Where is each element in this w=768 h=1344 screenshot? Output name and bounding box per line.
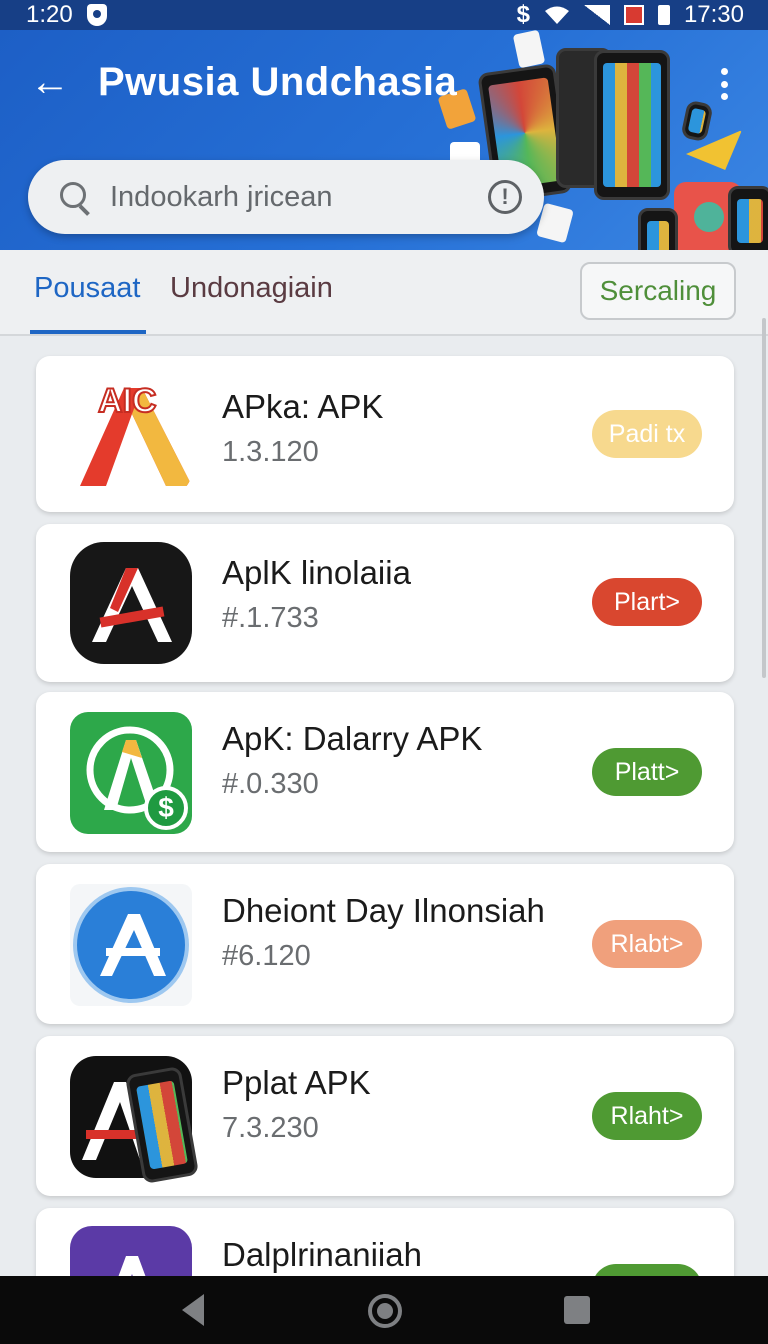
action-button[interactable]: Padi tx [592,410,702,458]
aic-app-icon: AIC [70,374,192,496]
tab-secondary[interactable]: Undonagiain [170,272,333,305]
scrollbar[interactable] [762,318,766,678]
status-bar: 1:20 $ 17:30 [0,0,768,30]
search-icon [58,180,92,214]
aic-icon-text: AIC [97,381,158,421]
list-item[interactable]: AplK linolaiia #.1.733 Plart> [36,524,734,682]
app-name: Dalplrinaniiah [222,1236,422,1273]
battery-icon [657,5,670,25]
currency-icon: $ [516,1,530,28]
list-item[interactable]: Pplat APK 7.3.230 Rlaht> [36,1036,734,1196]
list-item[interactable]: Dheiont Day Ilnonsiah #6.120 Rlabt> [36,864,734,1024]
app-name: ApK: Dalarry APK [222,720,483,757]
dark-a-app-icon [70,542,192,664]
purple-a-app-icon [70,1226,192,1276]
signal-icon [583,5,610,25]
alert-icon [623,5,644,25]
search-input[interactable]: Indookarh jricean [110,181,488,214]
nav-recents-icon[interactable] [564,1296,590,1324]
page-title: Pwusia Undchasia [98,60,458,104]
app-version: #.1.733 [222,602,319,634]
app-version: 1.3.120 [222,436,319,468]
app-list: AIC APka: APK 1.3.120 Padi tx AplK linol… [0,336,768,1276]
dollar-badge-icon: $ [144,786,188,830]
app-version: 7.3.230 [222,1112,319,1144]
tab-active[interactable]: Pousaat [34,272,140,305]
sort-button[interactable]: Sercaling [580,262,736,320]
system-nav-bar [0,1276,768,1344]
nav-home-icon[interactable] [368,1294,402,1328]
app-version: #6.120 [222,940,311,972]
blue-a-app-icon [70,884,192,1006]
more-options-icon[interactable] [712,64,736,104]
tab-indicator [30,330,146,334]
app-name: Pplat APK [222,1064,371,1101]
action-button[interactable]: Rlabt> [592,920,702,968]
action-button[interactable]: Platt> [592,748,702,796]
app-bar: ← Pwusia Undchasia Indookarh jricean ! [0,30,768,250]
app-name: Dheiont Day Ilnonsiah [222,892,545,929]
list-item[interactable]: $ ApK: Dalarry APK #.0.330 Platt> [36,692,734,852]
search-bar[interactable]: Indookarh jricean ! [28,160,544,234]
green-dollar-app-icon: $ [70,712,192,834]
app-name: APka: APK [222,388,384,425]
info-icon[interactable]: ! [488,180,522,214]
nav-back-icon[interactable] [182,1294,204,1326]
phone-a-app-icon [70,1056,200,1185]
action-button[interactable] [592,1264,702,1276]
status-time-left: 1:20 [26,1,73,28]
action-button[interactable]: Rlaht> [592,1092,702,1140]
list-item[interactable]: AIC APka: APK 1.3.120 Padi tx [36,356,734,512]
status-time-right: 17:30 [683,1,744,28]
back-arrow-icon[interactable]: ← [30,62,70,104]
tab-bar: Pousaat Undonagiain Sercaling [0,250,768,336]
action-button[interactable]: Plart> [592,578,702,626]
wifi-icon [544,6,569,24]
list-item[interactable]: Dalplrinaniiah [36,1208,734,1276]
shield-icon [86,4,107,26]
app-version: #.0.330 [222,768,319,800]
app-name: AplK linolaiia [222,554,411,591]
